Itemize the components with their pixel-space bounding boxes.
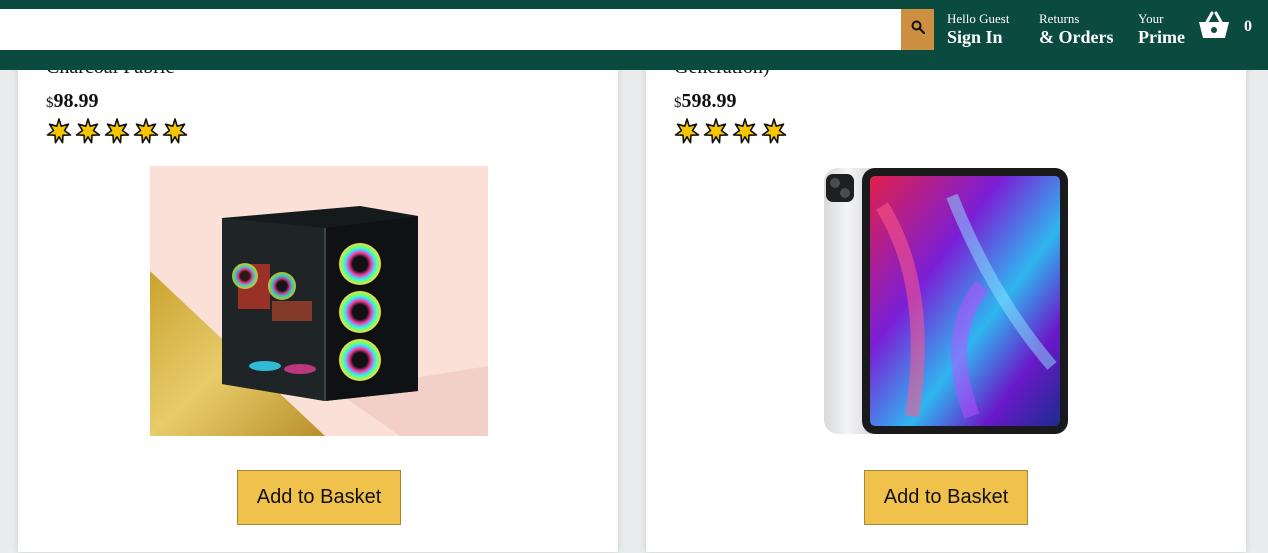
star-icon <box>761 118 787 144</box>
star-icon <box>133 118 159 144</box>
add-to-basket-button[interactable]: Add to Basket <box>237 470 401 525</box>
product-image-gaming-pc <box>150 166 488 436</box>
nav-orders-label: & Orders <box>1039 27 1114 47</box>
product-price: $98.99 <box>46 90 99 113</box>
nav-prime-label: Prime <box>1138 27 1185 47</box>
shopping-basket-icon <box>1198 11 1230 44</box>
basket-button[interactable]: 0 <box>1198 11 1252 43</box>
star-icon <box>162 118 188 144</box>
product-rating <box>674 118 787 144</box>
nav-returns-orders[interactable]: Returns & Orders <box>1039 11 1113 48</box>
product-card: Charcoal Fabric $98.99 <box>18 0 618 552</box>
nav-your-label: Your <box>1138 11 1164 26</box>
star-icon <box>674 118 700 144</box>
currency-symbol: $ <box>674 95 682 111</box>
star-icon <box>732 118 758 144</box>
add-to-basket-button[interactable]: Add to Basket <box>864 470 1028 525</box>
search-input[interactable] <box>0 9 901 50</box>
product-image-tablet <box>822 166 1070 436</box>
star-icon <box>46 118 72 144</box>
nav-your-prime[interactable]: Your Prime <box>1138 11 1185 48</box>
currency-symbol: $ <box>46 95 54 111</box>
product-rating <box>46 118 188 144</box>
nav-sign-in-label: Sign In <box>947 27 1003 47</box>
star-icon <box>75 118 101 144</box>
nav-returns-label: Returns <box>1039 11 1080 26</box>
star-icon <box>703 118 729 144</box>
nav-sign-in[interactable]: Hello Guest Sign In <box>947 11 1009 48</box>
product-card: Generation) $598.99 <box>646 0 1246 552</box>
search-icon <box>911 20 925 39</box>
price-value: 98.99 <box>53 90 99 112</box>
header: Hello Guest Sign In Returns & Orders You… <box>0 0 1268 70</box>
basket-count: 0 <box>1244 18 1252 35</box>
star-icon <box>104 118 130 144</box>
nav-greeting: Hello Guest <box>947 11 1010 26</box>
product-price: $598.99 <box>674 90 737 113</box>
price-value: 598.99 <box>681 90 737 112</box>
search-button[interactable] <box>901 9 934 50</box>
